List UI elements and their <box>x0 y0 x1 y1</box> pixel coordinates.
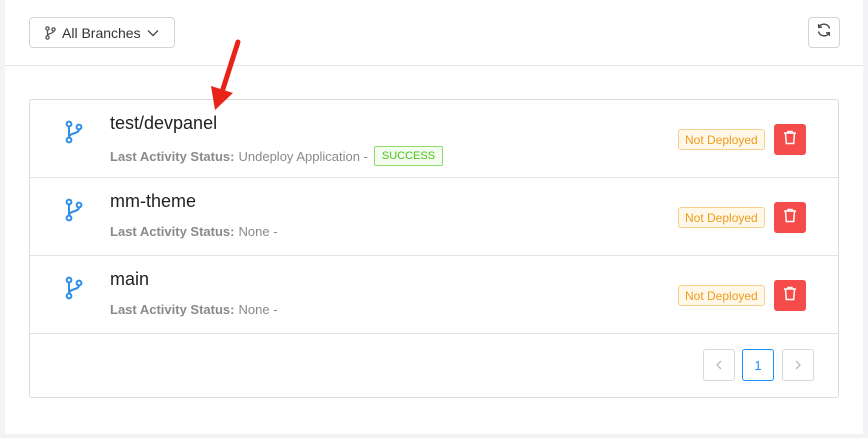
deploy-status-badge: Not Deployed <box>678 207 765 228</box>
delete-branch-button[interactable] <box>774 280 806 311</box>
last-activity-status: Last Activity Status: Undeploy Applicati… <box>110 146 444 166</box>
toolbar: All Branches <box>5 0 863 66</box>
activity-result-badge: SUCCESS <box>373 146 444 166</box>
refresh-icon <box>816 22 832 43</box>
branch-name[interactable]: mm-theme <box>110 191 196 212</box>
chevron-right-icon <box>794 358 802 373</box>
annotation-arrow-icon <box>205 38 245 119</box>
branch-name[interactable]: main <box>110 269 149 290</box>
chevron-left-icon <box>715 358 723 373</box>
branches-panel: All Branches test/devpanel Last Activity… <box>5 0 863 434</box>
last-activity-status: Last Activity Status: None - <box>110 302 278 317</box>
delete-branch-button[interactable] <box>774 124 806 155</box>
pagination-next-button[interactable] <box>782 349 814 381</box>
branch-row: mm-theme Last Activity Status: None - No… <box>30 178 838 256</box>
deploy-status-badge: Not Deployed <box>678 285 765 306</box>
branch-row: test/devpanel Last Activity Status: Unde… <box>30 100 838 178</box>
branch-filter-dropdown[interactable]: All Branches <box>29 17 175 48</box>
pagination-page-button[interactable]: 1 <box>742 349 774 381</box>
activity-value: Undeploy Application - <box>238 148 368 164</box>
deploy-status-badge: Not Deployed <box>678 129 765 150</box>
chevron-down-icon <box>147 29 159 37</box>
activity-value: None - <box>238 224 278 239</box>
activity-label: Last Activity Status: <box>110 224 235 239</box>
pagination-prev-button[interactable] <box>703 349 735 381</box>
branch-filter-label: All Branches <box>62 24 141 41</box>
trash-icon <box>783 286 797 306</box>
trash-icon <box>783 208 797 228</box>
branch-name[interactable]: test/devpanel <box>110 113 217 134</box>
activity-value: None - <box>238 302 278 317</box>
delete-branch-button[interactable] <box>774 202 806 233</box>
trash-icon <box>783 130 797 150</box>
branch-row: main Last Activity Status: None - Not De… <box>30 256 838 334</box>
last-activity-status: Last Activity Status: None - <box>110 224 278 239</box>
git-branch-icon <box>64 120 84 149</box>
git-branch-icon <box>64 198 84 227</box>
git-branch-icon <box>45 25 56 40</box>
branch-list: test/devpanel Last Activity Status: Unde… <box>29 99 839 398</box>
activity-label: Last Activity Status: <box>110 302 235 317</box>
refresh-button[interactable] <box>808 17 840 48</box>
activity-label: Last Activity Status: <box>110 148 235 164</box>
git-branch-icon <box>64 276 84 305</box>
